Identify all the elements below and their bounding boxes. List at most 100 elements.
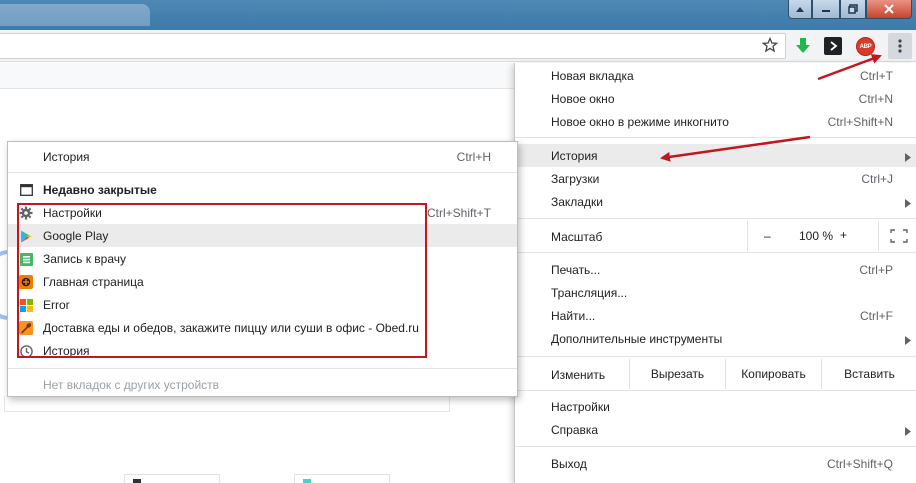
fullscreen-icon[interactable] [878, 221, 916, 251]
browser-tab[interactable] [0, 4, 150, 26]
page-search-box [4, 396, 450, 412]
menu-zoom-row: Масштаб – 100 % + [515, 221, 916, 251]
zoom-label: Масштаб [551, 230, 603, 244]
menu-item-shortcut: Ctrl+Shift+N [827, 114, 893, 129]
tile-favicon-icon [303, 479, 311, 483]
submenu-arrow-icon [905, 334, 911, 348]
cut-button[interactable]: Вырезать [629, 359, 725, 389]
close-icon[interactable] [866, 0, 912, 19]
green-doc-icon [19, 252, 33, 266]
recent-item-homepage[interactable]: Главная страница [8, 270, 517, 293]
menu-item-shortcut: Ctrl+F [860, 308, 893, 323]
menu-item-new-tab[interactable]: Новая вкладка Ctrl+T [515, 64, 916, 87]
clock-icon [19, 344, 33, 358]
submenu-arrow-icon [905, 197, 911, 211]
star-icon[interactable] [761, 36, 779, 56]
browser-toolbar: ABP [0, 30, 916, 62]
menu-item-shortcut: Ctrl+J [861, 171, 893, 186]
menu-item-shortcut: Ctrl+T [860, 68, 893, 83]
menu-item-label: Выход [551, 456, 587, 471]
chrome-main-menu: Новая вкладка Ctrl+T Новое окно Ctrl+N Н… [514, 63, 916, 483]
menu-divider [515, 218, 916, 219]
paste-button[interactable]: Вставить [821, 359, 916, 389]
most-visited-tile[interactable] [124, 474, 220, 483]
windows-logo-icon [19, 298, 33, 312]
command-icon[interactable] [824, 37, 842, 55]
submenu-item-label: История [43, 149, 90, 164]
recent-item-label: Доставка еды и обедов, закажите пиццу ил… [43, 320, 419, 335]
menu-divider [8, 368, 517, 369]
recent-item-google-play[interactable]: Google Play [8, 224, 517, 247]
window-icon [19, 183, 33, 197]
zoom-out-button[interactable]: – [764, 229, 771, 243]
most-visited-tile[interactable] [294, 474, 390, 483]
recent-item-label: Настройки [43, 205, 102, 220]
recent-item-doctor[interactable]: Запись к врачу [8, 247, 517, 270]
menu-item-help[interactable]: Справка [515, 418, 916, 441]
submenu-item-shortcut: Ctrl+H [456, 149, 491, 164]
menu-item-history[interactable]: История [515, 144, 916, 167]
menu-item-label: Справка [551, 422, 599, 437]
help-icon[interactable] [788, 0, 812, 19]
menu-item-bookmarks[interactable]: Закладки [515, 190, 916, 213]
window-controls [788, 0, 912, 19]
adblock-icon[interactable]: ABP [856, 37, 875, 56]
tile-favicon-icon [133, 479, 141, 483]
edit-label: Изменить [551, 368, 606, 382]
menu-item-new-window[interactable]: Новое окно Ctrl+N [515, 87, 916, 110]
menu-item-label: Новая вкладка [551, 68, 634, 83]
menu-item-downloads[interactable]: Загрузки Ctrl+J [515, 167, 916, 190]
menu-item-print[interactable]: Печать... Ctrl+P [515, 258, 916, 281]
history-submenu: История Ctrl+H Недавно закрытые Настройк… [7, 141, 518, 397]
recent-item-settings[interactable]: Настройки Ctrl+Shift+T [8, 201, 517, 224]
menu-item-label: Найти... [551, 308, 596, 323]
copy-button[interactable]: Копировать [725, 359, 821, 389]
menu-item-label: Закладки [551, 194, 603, 209]
menu-divider [515, 356, 916, 357]
maximize-icon[interactable] [840, 0, 866, 19]
no-other-devices-item: Нет вкладок с других устройств [8, 373, 517, 396]
menu-item-label: Новое окно в режиме инкогнито [551, 114, 729, 129]
menu-item-cast[interactable]: Трансляция... [515, 281, 916, 304]
menu-item-label: Новое окно [551, 91, 615, 106]
recently-closed-label: Недавно закрытые [43, 182, 157, 197]
submenu-arrow-icon [905, 425, 911, 439]
kebab-menu-icon[interactable] [888, 33, 912, 59]
menu-item-shortcut: Ctrl+N [858, 91, 893, 106]
submenu-arrow-icon [905, 151, 911, 165]
menu-divider [515, 390, 916, 391]
menu-item-label: Дополнительные инструменты [551, 331, 723, 346]
google-play-icon [19, 229, 33, 243]
menu-item-label: История [551, 148, 598, 163]
recently-closed-header: Недавно закрытые [8, 178, 517, 201]
recent-item-shortcut: Ctrl+Shift+T [426, 205, 491, 220]
recent-item-label: Главная страница [43, 274, 144, 289]
address-bar[interactable] [0, 33, 786, 59]
menu-item-find[interactable]: Найти... Ctrl+F [515, 304, 916, 327]
zoom-value: 100 % [798, 229, 834, 243]
gear-icon [19, 206, 33, 220]
menu-item-label: Загрузки [551, 171, 600, 186]
menu-item-shortcut: Ctrl+Shift+Q [826, 456, 893, 471]
menu-item-more-tools[interactable]: Дополнительные инструменты [515, 327, 916, 350]
download-arrow-icon[interactable] [794, 37, 812, 55]
orange-site-icon [19, 275, 33, 289]
submenu-item-history[interactable]: История Ctrl+H [8, 145, 517, 168]
menu-divider [515, 137, 916, 138]
menu-divider [515, 252, 916, 253]
abp-label: ABP [859, 43, 872, 50]
bookmarks-bar [0, 63, 514, 89]
minimize-icon[interactable] [812, 0, 840, 19]
menu-divider [515, 446, 916, 447]
menu-item-incognito[interactable]: Новое окно в режиме инкогнито Ctrl+Shift… [515, 110, 916, 133]
zoom-in-button[interactable]: + [840, 228, 847, 242]
zoom-controls: – 100 % + [747, 221, 916, 251]
menu-item-settings[interactable]: Настройки [515, 395, 916, 418]
recent-item-obed[interactable]: Доставка еды и обедов, закажите пиццу ил… [8, 316, 517, 339]
menu-divider [8, 172, 517, 173]
no-tabs-label: Нет вкладок с других устройств [43, 377, 220, 392]
recent-item-history[interactable]: История [8, 339, 517, 362]
recent-item-label: Запись к врачу [43, 251, 127, 266]
recent-item-error[interactable]: Error [8, 293, 517, 316]
menu-item-exit[interactable]: Выход Ctrl+Shift+Q [515, 452, 916, 475]
